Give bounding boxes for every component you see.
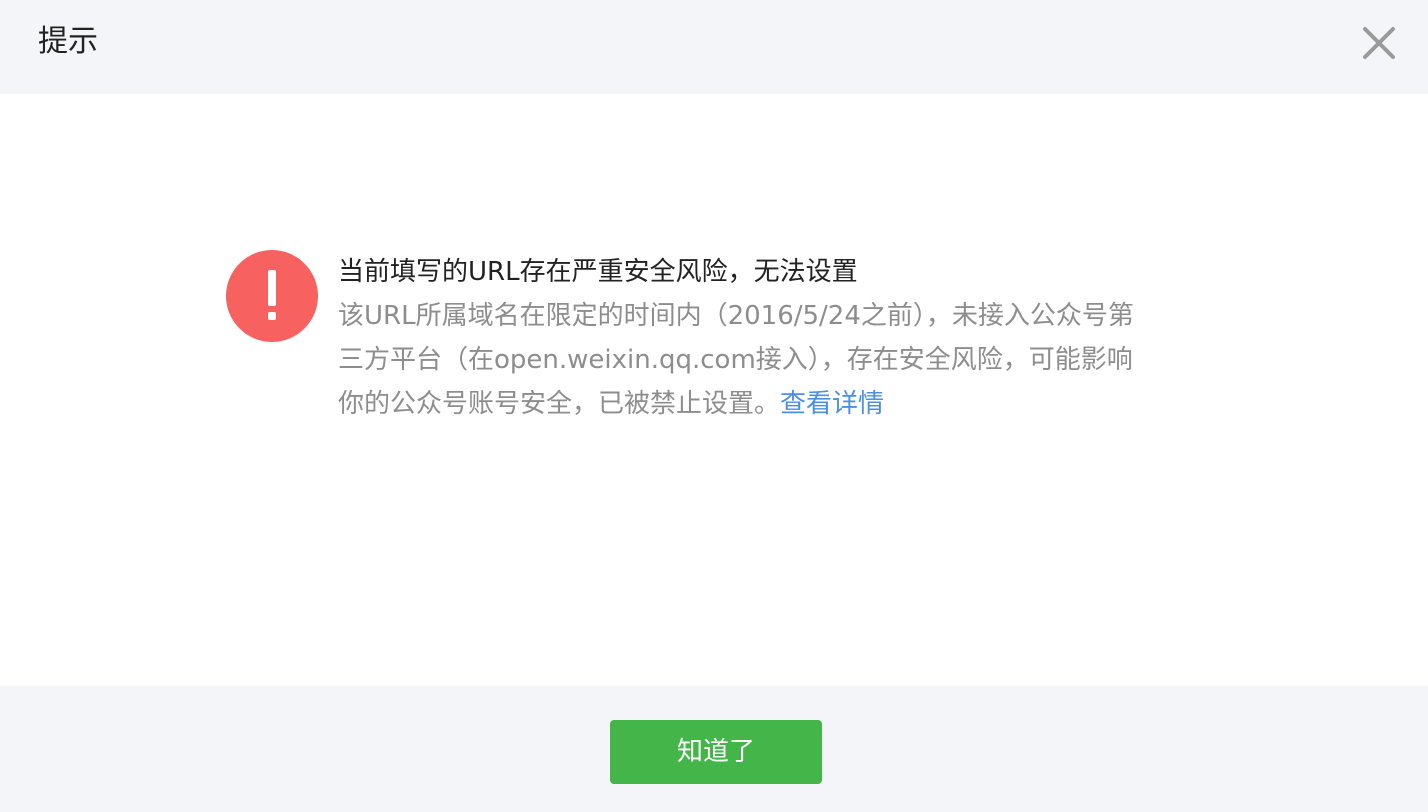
close-button[interactable]: [1358, 22, 1400, 64]
message-line: 该URL所属域名在限定的时间内（2016/5/24之前），未接入公众号第: [338, 301, 1134, 331]
dialog-body: 当前填写的URL存在严重安全风险，无法设置 该URL所属域名在限定的时间内（20…: [0, 94, 1428, 686]
close-icon: [1363, 27, 1395, 59]
message-title: 当前填写的URL存在严重安全风险，无法设置: [338, 257, 858, 287]
got-it-button[interactable]: 知道了: [610, 720, 822, 784]
dialog-footer: 知道了: [0, 686, 1428, 812]
message-line: 你的公众号账号安全，已被禁止设置。查看详情: [338, 382, 1218, 426]
view-details-link[interactable]: 查看详情: [780, 389, 884, 419]
message-line: 三方平台（在open.weixin.qq.com接入），存在安全风险，可能影响: [338, 345, 1133, 375]
dialog-header: 提示: [0, 0, 1428, 94]
alert-dialog: 提示 当前填写的URL存在严重安全风险，无法设置 该URL所属域名在限定的时间内…: [0, 0, 1428, 812]
exclamation-icon: [226, 250, 318, 342]
message-description: 该URL所属域名在限定的时间内（2016/5/24之前），未接入公众号第 三方平…: [338, 294, 1218, 426]
message-block: 当前填写的URL存在严重安全风险，无法设置 该URL所属域名在限定的时间内（20…: [338, 250, 1218, 426]
message-line-text: 你的公众号账号安全，已被禁止设置。: [338, 389, 781, 419]
dialog-title: 提示: [38, 24, 98, 59]
